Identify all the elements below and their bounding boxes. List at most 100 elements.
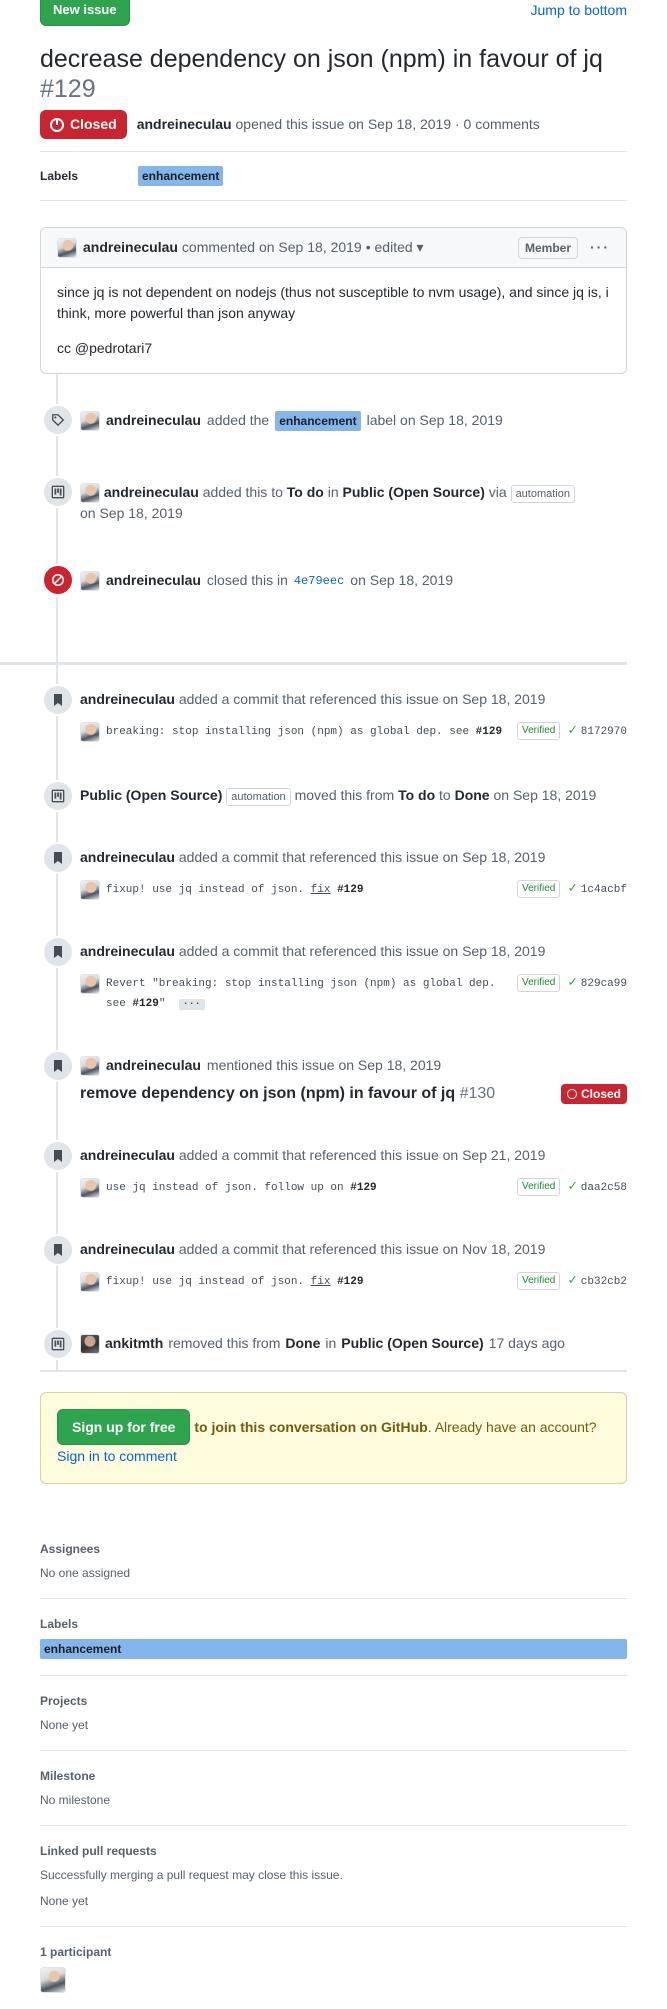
check-icon[interactable]: ✓	[568, 880, 576, 898]
avatar[interactable]	[80, 570, 100, 591]
event-text: added a commit that referenced this issu…	[178, 1147, 546, 1163]
commit-sha-link[interactable]: 829ca99	[581, 974, 627, 994]
bookmark-icon	[42, 684, 74, 716]
issue-meta-text: andreineculau opened this issue on Sep 1…	[137, 114, 540, 135]
project-link[interactable]: Public (Open Source)	[80, 787, 222, 803]
sign-in-link[interactable]: Sign in to comment	[57, 1448, 177, 1464]
project-link[interactable]: Public (Open Source)	[343, 484, 485, 500]
check-icon[interactable]: ✓	[568, 1272, 576, 1290]
commit-message[interactable]: fixup! use jq instead of json. fix #129	[106, 1272, 507, 1292]
comment-body: since jq is not dependent on nodejs (thu…	[41, 268, 626, 373]
avatar[interactable]	[80, 410, 100, 431]
sidebar-value: None yet	[40, 1894, 89, 1908]
issue-ref-link[interactable]: #129	[476, 726, 502, 738]
issue-title: decrease dependency on json (npm) in fav…	[40, 44, 627, 104]
actor-link[interactable]: andreineculau	[104, 484, 199, 500]
commit-event-text: andreineculau added a commit that refere…	[80, 941, 627, 962]
commit-message[interactable]: fixup! use jq instead of json. fix #129	[106, 880, 507, 900]
jump-to-bottom-link[interactable]: Jump to bottom	[531, 0, 628, 21]
avatar[interactable]	[80, 1333, 100, 1354]
verified-badge[interactable]: Verified	[516, 880, 561, 898]
avatar[interactable]	[80, 1055, 100, 1076]
actor-link[interactable]: andreineculau	[106, 570, 201, 591]
event-date[interactable]: 17 days ago	[489, 1333, 565, 1354]
event-text: via	[488, 484, 507, 500]
label-enhancement[interactable]: enhancement	[275, 410, 361, 431]
avatar[interactable]	[80, 1178, 100, 1198]
issue-ref-link[interactable]: #129	[337, 1276, 363, 1288]
verified-badge[interactable]: Verified	[516, 722, 561, 740]
verified-badge[interactable]: Verified	[516, 1178, 561, 1196]
timeline-end-divider	[40, 1370, 627, 1372]
commit-event-text: andreineculau added a commit that refere…	[80, 847, 627, 868]
commit-message[interactable]: breaking: stop installing json (npm) as …	[106, 722, 507, 742]
commit-sha-link[interactable]: 4e79eec	[294, 572, 344, 590]
commit-sha-link[interactable]: daa2c58	[581, 1178, 627, 1198]
new-issue-button[interactable]: New issue	[40, 0, 130, 26]
event-text: added the	[206, 412, 270, 428]
actor-link[interactable]: ankitmth	[105, 1333, 163, 1354]
commit-text: fix	[310, 884, 331, 896]
avatar[interactable]	[57, 237, 77, 258]
comment-menu-icon[interactable]: ···	[590, 237, 610, 258]
issue-ref-link[interactable]: #129	[350, 1182, 376, 1194]
check-icon[interactable]: ✓	[568, 1178, 576, 1196]
sidebar-heading: 1 participant	[40, 1945, 112, 1959]
actor-link[interactable]: andreineculau	[106, 410, 201, 431]
actor-link[interactable]: andreineculau	[106, 1055, 201, 1076]
verified-badge[interactable]: Verified	[516, 974, 561, 992]
issue-ref-link[interactable]: #129	[337, 884, 363, 896]
event-date[interactable]: on Sep 18, 2019	[493, 787, 596, 803]
actor-link[interactable]: andreineculau	[80, 691, 175, 707]
event-date[interactable]: on Sep 18, 2019	[80, 505, 183, 521]
actor-link[interactable]: andreineculau	[80, 1241, 175, 1257]
state-label: Closed	[580, 1087, 621, 1101]
event-commit: andreineculau added a commit that refere…	[40, 842, 627, 900]
issue-ref-link[interactable]: #129	[132, 998, 158, 1010]
avatar[interactable]	[80, 974, 100, 994]
edited-dropdown[interactable]: • edited ▾	[366, 237, 424, 258]
commit-text: fixup! use jq instead of json.	[106, 1276, 305, 1288]
event-date[interactable]: on Sep 18, 2019	[350, 570, 453, 591]
signup-text: to join this conversation on GitHub	[194, 1419, 428, 1435]
sign-up-button[interactable]: Sign up for free	[57, 1409, 191, 1445]
bookmark-icon	[42, 1234, 74, 1266]
commit-message[interactable]: use jq instead of json. follow up on #12…	[106, 1178, 507, 1198]
actor-link[interactable]: andreineculau	[80, 943, 175, 959]
avatar[interactable]	[80, 722, 100, 742]
issue-author-link[interactable]: andreineculau	[137, 116, 232, 132]
commit-sha-link[interactable]: 1c4acbf	[581, 880, 627, 900]
closed-circle-icon	[42, 564, 74, 596]
actor-link[interactable]: andreineculau	[80, 1147, 175, 1163]
label-enhancement[interactable]: enhancement	[138, 166, 224, 186]
timeline-part-2: andreineculau added a commit that refere…	[40, 665, 627, 1370]
verified-badge[interactable]: Verified	[516, 1272, 561, 1290]
avatar[interactable]	[80, 483, 100, 504]
commit-text: see	[106, 998, 126, 1010]
comment-date[interactable]: commented on Sep 18, 2019	[182, 237, 362, 258]
ref-title: remove dependency on json (npm) in favou…	[80, 1085, 456, 1102]
check-icon[interactable]: ✓	[568, 974, 576, 992]
event-text: added a commit that referenced this issu…	[178, 1241, 546, 1257]
avatar[interactable]	[80, 880, 100, 900]
referenced-issue-link[interactable]: remove dependency on json (npm) in favou…	[80, 1082, 561, 1106]
label-enhancement[interactable]: enhancement	[40, 1639, 627, 1659]
expand-message-button[interactable]: ···	[178, 999, 205, 1010]
commit-message[interactable]: Revert "breaking: stop installing json (…	[106, 974, 507, 1015]
commit-sha-link[interactable]: 8172970	[581, 722, 627, 742]
sidebar-heading: Linked pull requests	[40, 1844, 157, 1858]
participant-avatar[interactable]	[40, 1967, 66, 1993]
avatar[interactable]	[80, 1272, 100, 1292]
commit-text: Revert "breaking: stop installing json (…	[106, 978, 496, 990]
commit-sha-link[interactable]: cb32cb2	[581, 1272, 627, 1292]
actor-link[interactable]: andreineculau	[80, 849, 175, 865]
event-text: mentioned this issue on Sep 18, 2019	[206, 1057, 442, 1073]
member-badge: Member	[517, 236, 578, 259]
sidebar-labels: Labels enhancement	[40, 1599, 627, 1676]
project-link[interactable]: Public (Open Source)	[341, 1333, 483, 1354]
comment-author-link[interactable]: andreineculau	[83, 237, 178, 258]
issue-number: #129	[40, 75, 96, 103]
check-icon[interactable]: ✓	[568, 722, 576, 740]
sidebar-milestone: Milestone No milestone	[40, 1751, 627, 1826]
signup-prompt: Sign up for free to join this conversati…	[40, 1392, 627, 1484]
